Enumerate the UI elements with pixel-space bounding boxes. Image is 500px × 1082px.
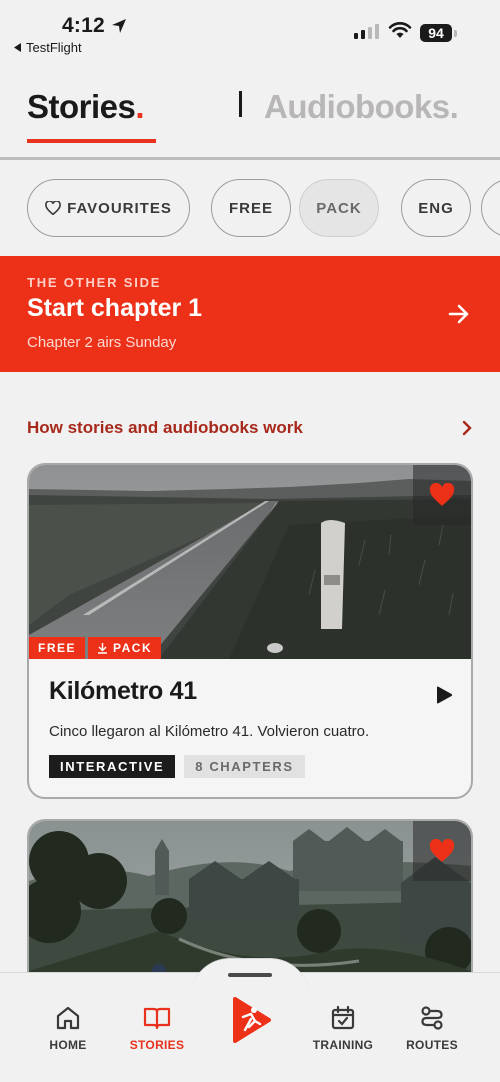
- status-time: 4:12: [62, 14, 127, 38]
- story-cover-image: [29, 465, 471, 659]
- tab-separator: [239, 91, 242, 117]
- time-text: 4:12: [62, 14, 105, 37]
- section-tabs: Stories. Audiobooks.: [0, 80, 500, 160]
- story-description: Cinco llegaron al Kilómetro 41. Volviero…: [49, 723, 370, 740]
- banner-heading: Start chapter 1: [27, 294, 203, 322]
- tag-interactive: INTERACTIVE: [49, 755, 176, 778]
- stories-screen: 4:12 TestFlight 94 Stories. Audiobooks. …: [0, 0, 500, 1082]
- arrow-right-icon: [448, 304, 469, 324]
- favourite-button[interactable]: [413, 821, 471, 881]
- home-icon: [56, 1006, 80, 1030]
- nav-home[interactable]: HOME: [23, 1004, 113, 1052]
- tab-audiobooks[interactable]: Audiobooks.: [264, 88, 459, 126]
- how-it-works-link[interactable]: How stories and audiobooks work: [27, 418, 473, 442]
- filter-chips: FAVOURITES FREE PACK ENG: [0, 179, 500, 239]
- tab-stories-dot: .: [135, 88, 145, 125]
- heart-filled-icon: [429, 483, 455, 506]
- banner-eyebrow: THE OTHER SIDE: [27, 275, 162, 290]
- tag-chapters: 8 CHAPTERS: [184, 755, 305, 778]
- back-to-testflight[interactable]: TestFlight: [14, 40, 82, 55]
- favourite-button[interactable]: [413, 465, 471, 525]
- story-badges: FREE PACK: [29, 637, 162, 659]
- active-tab-indicator: [27, 139, 156, 143]
- back-triangle-icon: [14, 43, 21, 52]
- calendar-check-icon: [331, 1005, 355, 1030]
- nav-home-label: HOME: [49, 1038, 87, 1052]
- nav-stories-label: STORIES: [129, 1038, 185, 1052]
- banner-subtext: Chapter 2 airs Sunday: [27, 334, 177, 351]
- book-icon: [143, 1007, 171, 1030]
- badge-free-label: FREE: [38, 641, 77, 655]
- nav-drag-handle[interactable]: [228, 973, 272, 977]
- wifi-icon: [388, 22, 412, 38]
- nav-training[interactable]: TRAINING: [298, 1004, 388, 1052]
- filter-favourites[interactable]: FAVOURITES: [27, 179, 190, 237]
- location-arrow-icon: [111, 19, 126, 33]
- play-icon[interactable]: [435, 686, 453, 704]
- nav-training-label: TRAINING: [312, 1038, 374, 1052]
- nav-routes-label: ROUTES: [406, 1038, 458, 1052]
- tab-stories[interactable]: Stories.: [27, 88, 145, 126]
- nav-routes[interactable]: ROUTES: [387, 1004, 477, 1052]
- continue-banner[interactable]: THE OTHER SIDE Start chapter 1 Chapter 2…: [0, 256, 500, 372]
- download-icon: [98, 643, 108, 654]
- filter-more[interactable]: [481, 179, 500, 237]
- filter-pack-label: PACK: [316, 199, 362, 217]
- filter-eng-label: ENG: [418, 199, 454, 217]
- filter-pack[interactable]: PACK: [299, 179, 379, 237]
- badge-pack-label: PACK: [113, 641, 153, 655]
- route-icon: [421, 1006, 443, 1030]
- battery-tip: [454, 30, 457, 37]
- runner-logo-icon[interactable]: [231, 997, 273, 1043]
- chevron-right-icon: [462, 420, 472, 436]
- story-card[interactable]: FREE PACK Kilómetro 41 Cinco llegaron al…: [27, 463, 473, 799]
- battery-level: 94: [428, 25, 444, 41]
- cellular-signal-icon: [354, 24, 379, 39]
- heart-outline-icon: [45, 201, 61, 215]
- status-bar: 4:12 TestFlight 94: [0, 0, 500, 64]
- badge-free: FREE: [29, 637, 86, 659]
- heart-filled-icon: [429, 839, 455, 862]
- battery-icon: 94: [420, 24, 452, 42]
- nav-stories[interactable]: STORIES: [112, 1004, 202, 1052]
- filter-favourites-label: FAVOURITES: [67, 199, 172, 217]
- filter-free[interactable]: FREE: [211, 179, 291, 237]
- nav-center-bump: [190, 958, 310, 998]
- story-title: Kilómetro 41: [49, 677, 197, 705]
- filter-free-label: FREE: [228, 199, 273, 217]
- badge-pack: PACK: [88, 637, 162, 659]
- filter-eng[interactable]: ENG: [401, 179, 471, 237]
- how-it-works-label: How stories and audiobooks work: [27, 418, 303, 437]
- story-tags: INTERACTIVE 8 CHAPTERS: [49, 755, 305, 778]
- back-app-label: TestFlight: [26, 40, 82, 55]
- tab-stories-label: Stories: [27, 88, 136, 125]
